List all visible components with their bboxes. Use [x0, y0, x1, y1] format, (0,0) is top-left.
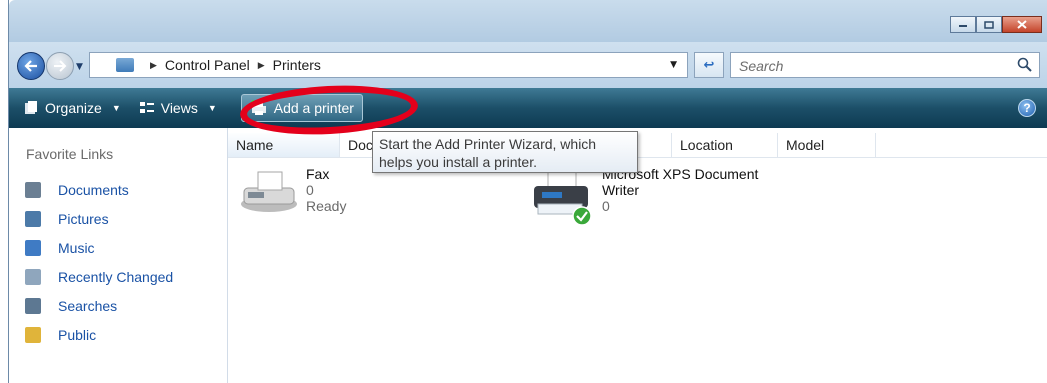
tooltip-line: helps you install a printer. — [379, 154, 537, 170]
breadcrumb: ▶ Control Panel ▶ Printers — [142, 57, 321, 73]
back-button[interactable] — [17, 52, 45, 80]
printer-name: Fax — [306, 166, 330, 182]
column-header-location[interactable]: Location — [672, 133, 778, 157]
column-header-label: Location — [680, 137, 733, 153]
address-dropdown-icon[interactable]: ▼ — [670, 60, 677, 70]
favorite-links-list: Documents Pictures Music Recently Change… — [25, 175, 173, 349]
chevron-down-icon: ▼ — [207, 103, 217, 113]
close-button[interactable] — [1002, 16, 1042, 33]
breadcrumb-control-panel[interactable]: Control Panel — [165, 57, 250, 73]
help-button[interactable]: ? — [1018, 99, 1036, 117]
tooltip-line: Start the Add Printer Wizard, which — [379, 136, 597, 152]
searches-icon — [25, 297, 41, 314]
favorite-link-searches[interactable]: Searches — [25, 291, 173, 320]
music-icon — [25, 239, 41, 256]
explorer-window: ▼ ▶ Control Panel ▶ Printers ▼ ↩ Organiz… — [8, 0, 1047, 383]
views-label: Views — [160, 100, 198, 116]
favorite-link-public[interactable]: Public — [25, 320, 173, 349]
favorite-link-label: Recently Changed — [58, 268, 174, 285]
recent-pages-dropdown[interactable]: ▼ — [76, 62, 83, 72]
address-bar-area: ▼ ▶ Control Panel ▶ Printers ▼ ↩ — [9, 42, 1047, 88]
pictures-icon — [25, 210, 41, 227]
documents-icon — [25, 181, 41, 198]
printer-item-fax[interactable]: Fax 0 Ready — [236, 166, 346, 216]
navigation-pane: Favorite Links Documents Pictures Music … — [9, 128, 228, 383]
favorite-link-label: Pictures — [58, 210, 109, 227]
refresh-button[interactable]: ↩ — [694, 52, 724, 78]
printer-item-xps-writer[interactable]: Microsoft XPS Document Writer 0 — [528, 166, 758, 228]
breadcrumb-separator-icon[interactable]: ▶ — [150, 60, 157, 71]
window-controls — [950, 16, 1042, 33]
fax-icon — [241, 171, 297, 212]
help-icon: ? — [1023, 101, 1031, 115]
search-box[interactable] — [730, 52, 1040, 78]
forward-arrow-icon — [54, 60, 67, 72]
file-list-pane: Name Docu ts Location Model Fax 0 Ready — [228, 128, 1047, 383]
add-printer-button[interactable]: Add a printer — [240, 94, 363, 122]
column-header-label: Name — [236, 137, 274, 153]
column-header-label: Model — [786, 137, 825, 153]
favorite-link-label: Documents — [58, 181, 129, 198]
command-toolbar: Organize ▼ Views ▼ Add a printer ? — [9, 88, 1047, 128]
column-header-name[interactable]: Name — [228, 133, 340, 157]
add-printer-tooltip: Start the Add Printer Wizard, which help… — [372, 131, 638, 173]
favorite-link-label: Music — [58, 239, 95, 256]
favorite-link-label: Searches — [58, 297, 118, 314]
views-icon — [139, 102, 154, 113]
minimize-button[interactable] — [950, 16, 976, 33]
maximize-icon — [984, 20, 994, 29]
add-printer-icon — [250, 100, 266, 115]
printer-documents-count: 0 — [602, 198, 610, 214]
favorite-links-heading: Favorite Links — [26, 146, 114, 162]
refresh-icon: ↩ — [703, 57, 715, 73]
views-button[interactable]: Views ▼ — [135, 94, 221, 122]
add-printer-label: Add a printer — [273, 100, 354, 116]
printers-folder-icon — [116, 58, 134, 72]
organize-label: Organize — [45, 100, 102, 116]
title-bar — [9, 0, 1047, 42]
back-arrow-icon — [24, 60, 37, 72]
address-box[interactable]: ▶ Control Panel ▶ Printers ▼ — [89, 52, 688, 78]
search-icon[interactable] — [1017, 57, 1033, 73]
column-header-model[interactable]: Model — [778, 133, 876, 157]
favorite-link-pictures[interactable]: Pictures — [25, 204, 173, 233]
public-folder-icon — [25, 326, 41, 343]
search-input[interactable] — [737, 57, 1001, 75]
printer-status: Ready — [306, 198, 347, 214]
organize-button[interactable]: Organize ▼ — [19, 94, 125, 122]
minimize-icon — [959, 24, 967, 27]
favorite-link-recently-changed[interactable]: Recently Changed — [25, 262, 173, 291]
favorite-link-label: Public — [58, 326, 97, 343]
maximize-button[interactable] — [976, 16, 1002, 33]
printer-name-line2: Writer — [602, 182, 640, 198]
close-icon — [1017, 20, 1027, 29]
favorite-link-music[interactable]: Music — [25, 233, 173, 262]
forward-button[interactable] — [46, 52, 74, 80]
printer-documents-count: 0 — [306, 182, 314, 198]
recently-changed-icon — [25, 268, 41, 285]
breadcrumb-printers[interactable]: Printers — [273, 57, 321, 73]
organize-icon — [25, 101, 37, 114]
favorite-link-documents[interactable]: Documents — [25, 175, 173, 204]
chevron-down-icon: ▼ — [111, 103, 121, 113]
breadcrumb-separator-icon[interactable]: ▶ — [258, 60, 265, 71]
printer-icon — [534, 171, 592, 226]
